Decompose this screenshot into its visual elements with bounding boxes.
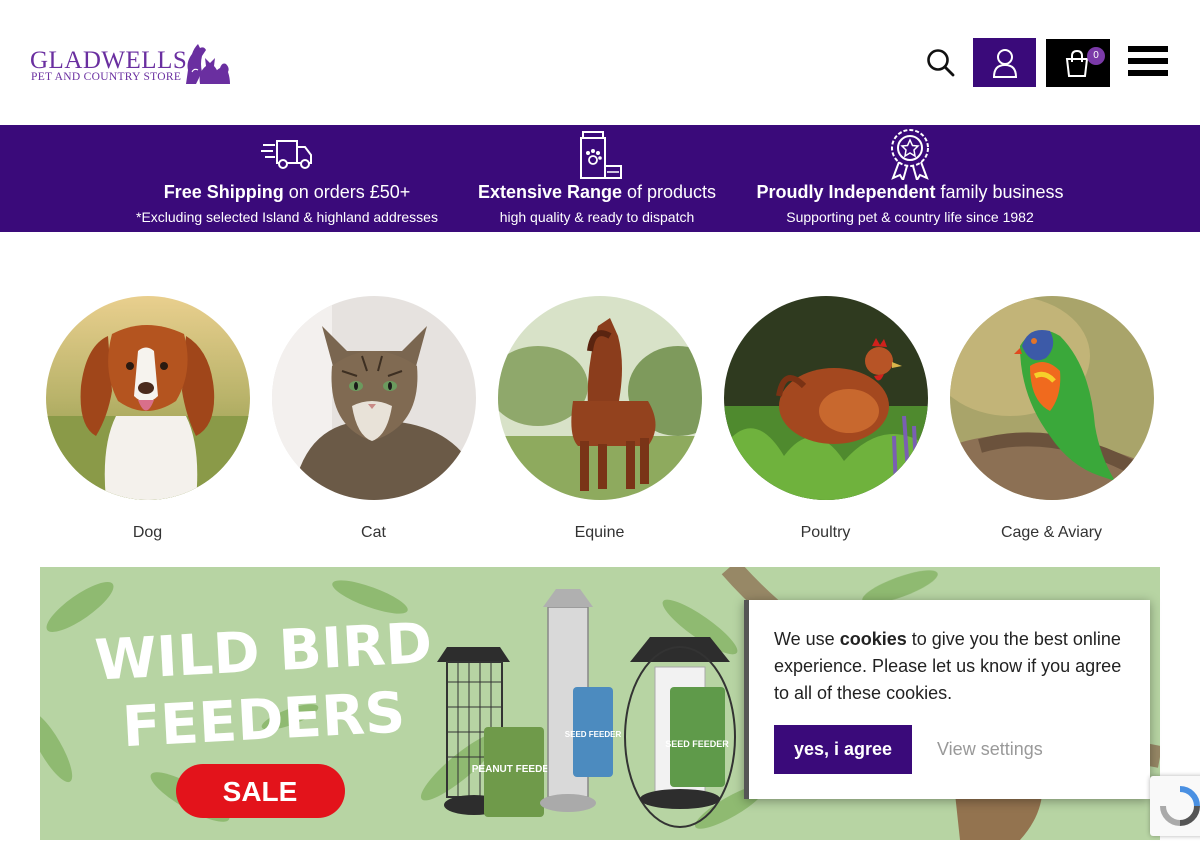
category-dog[interactable]: Dog [45, 296, 250, 543]
category-label: Cage & Aviary [1000, 524, 1103, 541]
account-button[interactable] [973, 38, 1036, 87]
usp-bar: Free Shipping on orders £50+ *Excluding … [0, 125, 1200, 232]
usp-title: Extensive Range of products [477, 182, 717, 202]
site-header: GLADWELLS PET AND COUNTRY STORE 0 [0, 0, 1200, 125]
equine-image [497, 296, 702, 500]
cookie-consent-dialog: We use cookies to give you the best onli… [744, 600, 1150, 799]
cookie-agree-button[interactable]: yes, i agree [774, 725, 912, 774]
logo-tagline: PET AND COUNTRY STORE [31, 71, 182, 83]
cart-count-badge: 0 [1087, 47, 1105, 65]
category-cage-aviary[interactable]: Cage & Aviary [949, 296, 1154, 543]
usp-free-shipping: Free Shipping on orders £50+ *Excluding … [127, 125, 447, 232]
category-list: Dog Cat Equine Poultry Cage & Aviary [0, 232, 1200, 562]
category-equine[interactable]: Equine [497, 296, 702, 543]
usp-subtitle: high quality & ready to dispatch [499, 209, 695, 225]
product-label: PEANUT FEEDER [472, 764, 557, 775]
search-icon [927, 49, 955, 77]
category-label: Dog [132, 524, 163, 541]
site-logo[interactable]: GLADWELLS PET AND COUNTRY STORE [30, 42, 235, 86]
usp-subtitle: Supporting pet & country life since 1982 [786, 209, 1034, 225]
category-cat[interactable]: Cat [271, 296, 476, 543]
user-icon [992, 48, 1017, 78]
dog-image [45, 296, 250, 500]
product-label: SEED FEEDER [565, 730, 622, 739]
hamburger-icon [1128, 46, 1172, 76]
usp-extensive-range: Extensive Range of products high quality… [457, 125, 737, 232]
recaptcha-badge[interactable] [1150, 776, 1200, 836]
award-rosette-icon [891, 129, 929, 180]
cookie-settings-link[interactable]: View settings [937, 738, 1043, 760]
animals-silhouette-icon [186, 44, 230, 84]
search-button[interactable] [925, 47, 957, 79]
usp-title: Free Shipping on orders £50+ [163, 182, 411, 202]
recaptcha-icon [1160, 786, 1200, 826]
product-label: SEED FEEDER [665, 739, 729, 749]
usp-subtitle: *Excluding selected Island & highland ad… [136, 209, 438, 225]
sale-badge: SALE [223, 776, 298, 807]
cage-aviary-image [949, 296, 1154, 500]
usp-title: Proudly Independent family business [756, 182, 1064, 202]
usp-proudly-independent: Proudly Independent family business Supp… [745, 125, 1075, 232]
category-poultry[interactable]: Poultry [723, 296, 928, 543]
cart-button[interactable]: 0 [1046, 39, 1110, 87]
cookie-message: We use cookies to give you the best onli… [774, 629, 1122, 703]
pet-food-bag-icon [580, 131, 622, 179]
category-label: Poultry [800, 524, 851, 541]
menu-button[interactable] [1128, 46, 1172, 80]
category-label: Equine [574, 524, 625, 541]
category-label: Cat [361, 524, 386, 541]
delivery-truck-icon [261, 140, 312, 169]
poultry-image [723, 296, 928, 500]
cat-image [271, 296, 476, 500]
